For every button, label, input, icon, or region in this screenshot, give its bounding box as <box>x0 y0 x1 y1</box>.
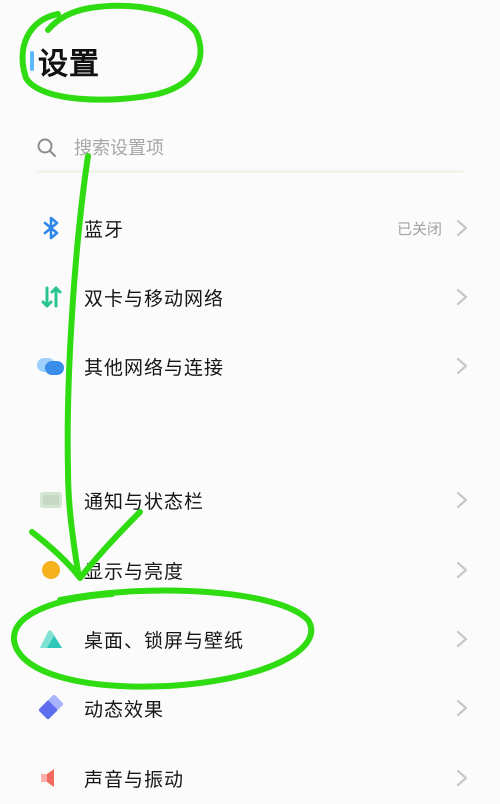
settings-item-dual-sim[interactable]: 双卡与移动网络 <box>0 271 500 323</box>
chevron-right-icon <box>456 357 468 375</box>
network-connection-icon <box>36 351 66 381</box>
dynamic-effects-icon <box>36 693 66 723</box>
page-header: 设置 <box>30 38 100 84</box>
search-bar[interactable] <box>36 128 464 168</box>
bluetooth-icon <box>36 213 66 243</box>
settings-item-label: 动态效果 <box>84 698 165 721</box>
settings-item-notifications[interactable]: 通知与状态栏 <box>0 474 500 526</box>
settings-item-label: 显示与亮度 <box>84 560 185 583</box>
settings-item-label: 其他网络与连接 <box>84 356 225 379</box>
settings-item-other-networks[interactable]: 其他网络与连接 <box>0 340 500 392</box>
settings-item-label: 桌面、锁屏与壁纸 <box>84 629 245 652</box>
sound-icon <box>36 763 66 793</box>
page-title: 设置 <box>38 47 100 82</box>
chevron-right-icon <box>456 561 468 579</box>
chevron-right-icon <box>456 699 468 717</box>
search-icon <box>37 138 56 157</box>
display-brightness-icon <box>36 555 66 585</box>
settings-item-label: 声音与振动 <box>84 768 185 791</box>
settings-item-display[interactable]: 显示与亮度 <box>0 544 500 596</box>
settings-item-label: 通知与状态栏 <box>84 490 205 513</box>
chevron-right-icon <box>456 288 468 306</box>
notification-icon <box>36 485 66 515</box>
hand-drawn-annotations <box>11 2 315 690</box>
dual-sim-icon <box>36 282 66 312</box>
settings-item-bluetooth[interactable]: 蓝牙 已关闭 <box>0 202 500 254</box>
search-underline <box>36 170 464 173</box>
chevron-right-icon <box>456 219 468 237</box>
settings-item-dynamic-effects[interactable]: 动态效果 <box>0 682 500 734</box>
search-input[interactable] <box>74 137 404 159</box>
chevron-right-icon <box>456 630 468 648</box>
chevron-right-icon <box>456 491 468 509</box>
settings-item-sound[interactable]: 声音与振动 <box>0 752 500 804</box>
settings-item-label: 双卡与移动网络 <box>84 287 225 310</box>
wallpaper-icon <box>36 624 66 654</box>
title-accent-bar <box>30 51 34 71</box>
bluetooth-status: 已关闭 <box>396 219 442 238</box>
settings-item-wallpaper[interactable]: 桌面、锁屏与壁纸 <box>0 613 500 665</box>
chevron-right-icon <box>456 769 468 787</box>
settings-item-label: 蓝牙 <box>84 218 125 241</box>
